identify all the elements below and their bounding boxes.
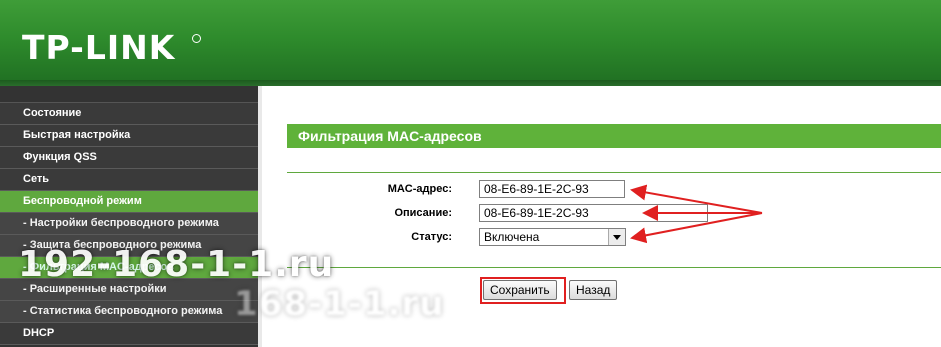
tp-link-logo: TP-LINK <box>22 28 176 67</box>
description-input[interactable]: 08-E6-89-1E-2C-93 <box>479 204 708 222</box>
sidebar: Состояние Быстрая настройка Функция QSS … <box>0 86 258 347</box>
sidebar-item-quick-setup[interactable]: Быстрая настройка <box>0 125 258 147</box>
save-button[interactable]: Сохранить <box>483 280 557 300</box>
mac-address-input[interactable]: 08-E6-89-1E-2C-93 <box>479 180 625 198</box>
sidebar-item-wireless[interactable]: Беспроводной режим <box>0 191 258 213</box>
status-select[interactable]: Включена <box>479 228 626 246</box>
mac-address-label: MAC-адрес: <box>387 183 452 195</box>
divider-top <box>287 172 941 173</box>
status-select-value: Включена <box>484 230 540 244</box>
watermark: 192-168-1-1.ru <box>18 244 335 285</box>
back-button[interactable]: Назад <box>569 280 618 300</box>
sidebar-item-dhcp[interactable]: DHCP <box>0 323 258 345</box>
sidebar-item-qss[interactable]: Функция QSS <box>0 147 258 169</box>
sidebar-item-wireless-settings[interactable]: - Настройки беспроводного режима <box>0 213 258 235</box>
description-label: Описание: <box>394 207 452 219</box>
sidebar-item-network[interactable]: Сеть <box>0 169 258 191</box>
sidebar-spacer <box>0 86 258 103</box>
registered-mark-icon <box>192 34 201 43</box>
page-title: Фильтрация MAC-адресов <box>287 124 941 148</box>
sidebar-item-status[interactable]: Состояние <box>0 103 258 125</box>
divider-bottom <box>287 267 941 268</box>
chevron-down-icon[interactable] <box>608 229 625 245</box>
watermark-faint: 168-1-1.ru <box>234 284 445 324</box>
header-bar: TP-LINK <box>0 0 941 86</box>
status-label: Статус: <box>411 231 452 243</box>
sidebar-item-wireless-statistics[interactable]: - Статистика беспроводного режима <box>0 301 258 323</box>
